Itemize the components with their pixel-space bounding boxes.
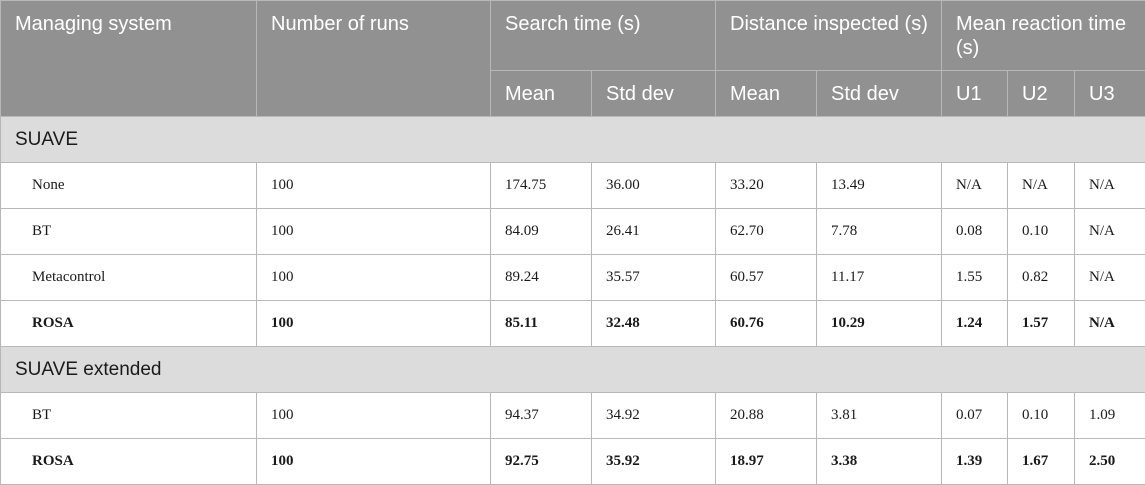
section-title: SUAVE extended — [1, 347, 1145, 393]
cell-u3: N/A — [1075, 255, 1145, 301]
cell-u1: 0.08 — [942, 209, 1008, 255]
header-number-of-runs: Number of runs — [257, 1, 491, 117]
cell-u1: N/A — [942, 163, 1008, 209]
cell-search-mean: 92.75 — [491, 439, 592, 485]
cell-system: BT — [1, 393, 257, 439]
cell-dist-std: 3.81 — [817, 393, 942, 439]
cell-u3: N/A — [1075, 301, 1145, 347]
cell-runs: 100 — [257, 163, 491, 209]
cell-u2: 0.10 — [1008, 393, 1075, 439]
cell-dist-mean: 33.20 — [716, 163, 817, 209]
section-title: SUAVE — [1, 117, 1145, 163]
cell-u3: N/A — [1075, 163, 1145, 209]
cell-search-std: 35.92 — [592, 439, 716, 485]
cell-runs: 100 — [257, 209, 491, 255]
cell-u2: 1.67 — [1008, 439, 1075, 485]
cell-u1: 1.24 — [942, 301, 1008, 347]
cell-search-mean: 85.11 — [491, 301, 592, 347]
table-row: BT 100 84.09 26.41 62.70 7.78 0.08 0.10 … — [1, 209, 1145, 255]
header-u2: U2 — [1008, 71, 1075, 117]
header-distance-std-dev: Std dev — [817, 71, 942, 117]
results-table: Managing system Number of runs Search ti… — [0, 0, 1145, 485]
cell-runs: 100 — [257, 439, 491, 485]
cell-system: ROSA — [1, 439, 257, 485]
cell-dist-std: 10.29 — [817, 301, 942, 347]
cell-u2: 0.10 — [1008, 209, 1075, 255]
header-distance-inspected: Distance inspected (s) — [716, 1, 942, 71]
cell-search-mean: 89.24 — [491, 255, 592, 301]
cell-u1: 0.07 — [942, 393, 1008, 439]
cell-dist-mean: 62.70 — [716, 209, 817, 255]
cell-runs: 100 — [257, 393, 491, 439]
header-u1: U1 — [942, 71, 1008, 117]
section-row-suave: SUAVE — [1, 117, 1145, 163]
cell-search-mean: 84.09 — [491, 209, 592, 255]
cell-system: Metacontrol — [1, 255, 257, 301]
header-u3: U3 — [1075, 71, 1145, 117]
cell-dist-std: 7.78 — [817, 209, 942, 255]
cell-dist-std: 13.49 — [817, 163, 942, 209]
cell-u2: 1.57 — [1008, 301, 1075, 347]
header-search-mean: Mean — [491, 71, 592, 117]
cell-system: None — [1, 163, 257, 209]
section-row-suave-extended: SUAVE extended — [1, 347, 1145, 393]
cell-dist-std: 3.38 — [817, 439, 942, 485]
cell-system: ROSA — [1, 301, 257, 347]
cell-runs: 100 — [257, 255, 491, 301]
table-row: Metacontrol 100 89.24 35.57 60.57 11.17 … — [1, 255, 1145, 301]
cell-system: BT — [1, 209, 257, 255]
cell-u3: N/A — [1075, 209, 1145, 255]
table-body: SUAVE None 100 174.75 36.00 33.20 13.49 … — [1, 117, 1145, 485]
cell-dist-mean: 60.57 — [716, 255, 817, 301]
cell-search-mean: 174.75 — [491, 163, 592, 209]
cell-dist-std: 11.17 — [817, 255, 942, 301]
table-row: ROSA 100 92.75 35.92 18.97 3.38 1.39 1.6… — [1, 439, 1145, 485]
cell-search-std: 32.48 — [592, 301, 716, 347]
cell-u1: 1.39 — [942, 439, 1008, 485]
cell-runs: 100 — [257, 301, 491, 347]
header-mean-reaction-time: Mean reaction time (s) — [942, 1, 1145, 71]
cell-u3: 1.09 — [1075, 393, 1145, 439]
cell-u1: 1.55 — [942, 255, 1008, 301]
cell-search-mean: 94.37 — [491, 393, 592, 439]
cell-dist-mean: 20.88 — [716, 393, 817, 439]
header-distance-mean: Mean — [716, 71, 817, 117]
cell-search-std: 36.00 — [592, 163, 716, 209]
cell-dist-mean: 18.97 — [716, 439, 817, 485]
cell-u2: 0.82 — [1008, 255, 1075, 301]
cell-dist-mean: 60.76 — [716, 301, 817, 347]
table-header: Managing system Number of runs Search ti… — [1, 1, 1145, 117]
table-row: None 100 174.75 36.00 33.20 13.49 N/A N/… — [1, 163, 1145, 209]
table-row: BT 100 94.37 34.92 20.88 3.81 0.07 0.10 … — [1, 393, 1145, 439]
cell-search-std: 26.41 — [592, 209, 716, 255]
table-row: ROSA 100 85.11 32.48 60.76 10.29 1.24 1.… — [1, 301, 1145, 347]
cell-search-std: 34.92 — [592, 393, 716, 439]
cell-u2: N/A — [1008, 163, 1075, 209]
cell-u3: 2.50 — [1075, 439, 1145, 485]
header-managing-system: Managing system — [1, 1, 257, 117]
header-search-std-dev: Std dev — [592, 71, 716, 117]
cell-search-std: 35.57 — [592, 255, 716, 301]
header-search-time: Search time (s) — [491, 1, 716, 71]
